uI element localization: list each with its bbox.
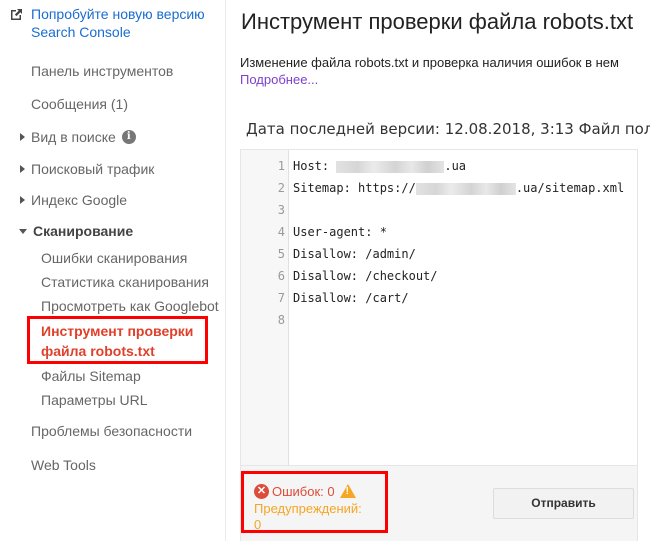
last-version-date: Дата последней версии: 12.08.2018, 3:13 … — [246, 120, 650, 138]
page-title: Инструмент проверки файла robots.txt — [241, 9, 634, 34]
validation-status-highlight: ✕ Ошибок: 0! Предупреждений: 0 — [241, 471, 388, 533]
errors-label: Ошибок: 0 — [272, 484, 335, 499]
editor-line: 1 Host: .ua — [241, 155, 637, 177]
sidebar-item-label: Панель инструментов — [31, 63, 174, 79]
code-text: .ua — [444, 159, 467, 173]
line-code[interactable]: Sitemap: https:// .ua/sitemap.xml — [293, 177, 624, 199]
redacted-domain — [336, 160, 445, 173]
sidebar-item-label: Статистика сканирования — [41, 274, 209, 290]
line-code[interactable]: User-agent: * — [293, 221, 387, 243]
chevron-right-icon — [20, 165, 25, 174]
editor-footer: ✕ Ошибок: 0! Предупреждений: 0 Отправить — [240, 466, 638, 541]
sidebar: Попробуйте новую версию Search Console П… — [0, 0, 226, 541]
editor-line: 8 — [241, 309, 637, 331]
editor-line: 6 Disallow: /checkout/ — [241, 265, 637, 287]
external-link-icon — [11, 9, 22, 20]
sidebar-item-label: Сканирование — [33, 223, 134, 239]
sidebar-item-label: Поисковый трафик — [31, 161, 155, 177]
line-number: 3 — [277, 203, 285, 217]
line-code[interactable]: Disallow: /admin/ — [293, 243, 416, 265]
code-text: Host: — [293, 159, 337, 173]
sidebar-item-label: Индекс Google — [31, 192, 128, 208]
promo-line-1: Попробуйте новую версию — [31, 6, 205, 22]
editor-line: 5 Disallow: /admin/ — [241, 243, 637, 265]
code-text: .ua/sitemap.xml — [515, 181, 625, 195]
sidebar-item-crawl[interactable]: Сканирование — [19, 222, 133, 240]
sidebar-item-label: файла robots.txt — [41, 343, 155, 359]
sidebar-item-search-traffic[interactable]: Поисковый трафик — [20, 160, 154, 178]
line-code[interactable]: Host: .ua — [293, 155, 466, 177]
robots-txt-editor[interactable]: 1 Host: .ua 2 Sitemap: https:// .ua/sitem… — [240, 149, 638, 466]
sidebar-item-label: Вид в поиске — [31, 129, 116, 145]
line-code[interactable]: Disallow: /cart/ — [293, 287, 409, 309]
line-code[interactable]: Disallow: /checkout/ — [293, 265, 438, 287]
code-text: Sitemap: https:// — [293, 181, 416, 195]
sidebar-item-messages[interactable]: Сообщения (1) — [31, 95, 128, 113]
line-number: 7 — [277, 291, 285, 305]
error-icon: ✕ — [254, 484, 269, 500]
sidebar-item-web-tools[interactable]: Web Tools — [31, 456, 96, 474]
editor-line: 3 — [241, 199, 637, 221]
learn-more-link[interactable]: Подробнее... — [240, 72, 318, 87]
info-icon[interactable]: i — [121, 130, 136, 145]
sidebar-subitem-url-parameters[interactable]: Параметры URL — [41, 391, 148, 409]
editor-line: 4 User-agent: * — [241, 221, 637, 243]
warning-icon: ! — [339, 483, 356, 498]
sidebar-subitem-crawl-stats[interactable]: Статистика сканирования — [41, 273, 209, 291]
sidebar-subitem-fetch-as-googlebot[interactable]: Просмотреть как Googlebot — [41, 297, 219, 315]
line-number: 2 — [277, 181, 285, 195]
sidebar-item-label: Инструмент проверки — [41, 323, 194, 339]
errors-count: ✕ Ошибок: 0! — [254, 483, 356, 500]
sidebar-item-label: Ошибки сканирования — [41, 250, 188, 266]
line-number: 8 — [277, 313, 285, 327]
sidebar-item-label: Файлы Sitemap — [41, 368, 141, 384]
sidebar-item-label: Проблемы безопасности — [31, 423, 193, 439]
editor-line: 7 Disallow: /cart/ — [241, 287, 637, 309]
page-description: Изменение файла robots.txt и проверка на… — [240, 55, 619, 70]
main-content: Инструмент проверки файла robots.txt Изм… — [227, 0, 650, 541]
warnings-value: 0 — [254, 517, 262, 532]
sidebar-subitem-robots-tester[interactable]: Инструмент проверки файла robots.txt — [41, 321, 193, 361]
sidebar-item-security-issues[interactable]: Проблемы безопасности — [31, 422, 192, 440]
line-number: 5 — [277, 247, 285, 261]
promo-line-2: Search Console — [31, 24, 131, 40]
line-number: 6 — [277, 269, 285, 283]
chevron-right-icon — [20, 196, 25, 205]
chevron-right-icon — [20, 133, 25, 142]
line-number: 1 — [277, 159, 285, 173]
line-number: 4 — [277, 225, 285, 239]
chevron-down-icon — [19, 228, 27, 234]
warnings-count: Предупреждений: 0 — [254, 501, 374, 533]
sidebar-item-label: Web Tools — [31, 457, 96, 473]
sidebar-item-label: Просмотреть как Googlebot — [41, 298, 219, 314]
sidebar-item-dashboard[interactable]: Панель инструментов — [31, 62, 173, 80]
editor-line: 2 Sitemap: https:// .ua/sitemap.xml — [241, 177, 637, 199]
new-search-console-promo[interactable]: Попробуйте новую версию Search Console — [10, 5, 211, 41]
promo-link[interactable]: Попробуйте новую версию Search Console — [31, 5, 211, 41]
sidebar-item-search-appearance[interactable]: Вид в поиске i — [20, 128, 136, 146]
sidebar-item-google-index[interactable]: Индекс Google — [20, 191, 127, 209]
sidebar-item-label: Параметры URL — [41, 392, 148, 408]
sidebar-subitem-crawl-errors[interactable]: Ошибки сканирования — [41, 249, 187, 267]
redacted-domain — [415, 182, 516, 195]
warnings-label: Предупреждений: — [254, 501, 362, 516]
sidebar-subitem-sitemaps[interactable]: Файлы Sitemap — [41, 367, 141, 385]
sidebar-item-label: Сообщения (1) — [31, 96, 128, 112]
submit-button[interactable]: Отправить — [493, 488, 634, 519]
